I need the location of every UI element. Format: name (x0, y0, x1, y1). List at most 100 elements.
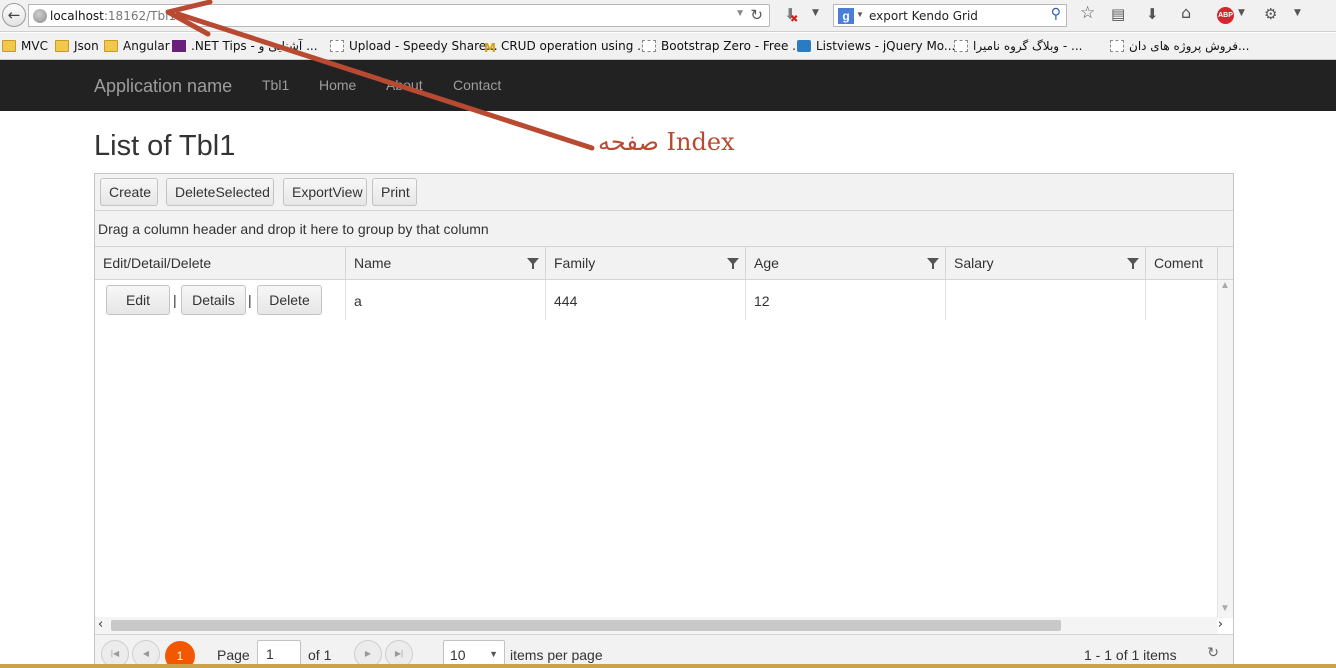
url-dropdown-icon[interactable]: ▼ (735, 8, 745, 19)
visual-studio-icon (172, 40, 186, 52)
taskbar-edge (0, 664, 1336, 668)
grid-toolbar: Create DeleteSelected ExportView Print (95, 174, 1233, 211)
google-icon[interactable]: g (838, 8, 854, 24)
coment-cell (1146, 280, 1217, 320)
group-hint: Drag a column header and drop it here to… (98, 221, 489, 237)
bookmarks-bar: MVC Json Angular .NET Tips - آشنایی و ..… (0, 33, 1336, 60)
age-cell: 12 (746, 280, 946, 320)
star-icon[interactable]: ☆ (1080, 3, 1095, 23)
vertical-scrollbar[interactable]: ▲ ▼ (1217, 280, 1233, 618)
engine-dropdown-icon[interactable]: ▼ (856, 10, 864, 19)
print-button[interactable]: Print (372, 178, 417, 206)
nav-link-home[interactable]: Home (319, 77, 356, 93)
column-label: Family (554, 255, 596, 271)
bookmark-upload[interactable]: Upload - Speedy Share... (330, 39, 498, 53)
bookmark-label: Listviews - jQuery Mo... (816, 39, 956, 53)
column-header-family[interactable]: Family (546, 247, 746, 279)
adblock-dropdown-icon[interactable]: ▼ (1238, 8, 1245, 18)
actions-cell: Edit | Details | Delete (95, 280, 346, 320)
nav-link-contact[interactable]: Contact (453, 77, 501, 93)
downloads-icon[interactable]: ⬇ (1146, 5, 1159, 23)
bookmark-project-sales[interactable]: فروش پروژه های دان... (1110, 39, 1249, 53)
cell-value: 12 (754, 293, 770, 309)
scroll-down-icon[interactable]: ▼ (1220, 603, 1230, 614)
page-icon (954, 40, 968, 52)
bookmark-json[interactable]: Json (55, 39, 99, 53)
bookmark-listviews[interactable]: Listviews - jQuery Mo... (797, 39, 955, 53)
globe-icon (33, 9, 47, 23)
bookmark-label: MVC (21, 39, 48, 53)
reading-list-icon[interactable]: ▤ (1111, 5, 1125, 23)
of-pages-label: of 1 (308, 647, 332, 663)
group-panel[interactable]: Drag a column header and drop it here to… (95, 211, 1233, 247)
bookmark-label: وبلاگ گروه نامیرا - ... (973, 39, 1083, 53)
bookmark-mvc[interactable]: MVC (2, 39, 48, 53)
back-arrow-icon[interactable]: ← (2, 3, 26, 27)
filter-icon[interactable] (927, 258, 939, 269)
grid-body: Edit | Details | Delete a 444 12 (95, 280, 1217, 618)
url-text[interactable]: localhost:18162/Tbl1 (50, 9, 176, 23)
mcdonalds-icon: M (484, 41, 496, 55)
extension-icon[interactable]: ⚙ (1264, 5, 1277, 23)
scroll-up-icon[interactable]: ▲ (1220, 280, 1230, 291)
folder-icon (2, 40, 16, 52)
horizontal-scrollbar[interactable]: ‹ › (95, 617, 1223, 634)
scroll-left-icon[interactable]: ‹ (98, 617, 103, 632)
menu-dropdown-icon[interactable]: ▼ (1294, 8, 1301, 18)
items-per-page-label: items per page (510, 647, 603, 663)
column-header-coment[interactable]: Coment (1146, 247, 1218, 279)
family-cell: 444 (546, 280, 746, 320)
bookmark-label: CRUD operation using ... (500, 39, 649, 53)
cell-value: 444 (554, 293, 578, 309)
page-icon (1110, 40, 1124, 52)
page-size-value: 10 (450, 647, 466, 663)
delete-selected-button[interactable]: DeleteSelected (166, 178, 274, 206)
delete-button[interactable]: Delete (257, 285, 322, 315)
separator: | (248, 292, 252, 308)
search-box[interactable]: g ▼ export Kendo Grid ⚲ (833, 4, 1067, 27)
grid-header: Edit/Detail/Delete Name Family Age Salar… (95, 247, 1233, 280)
column-header-salary[interactable]: Salary (946, 247, 1146, 279)
bookmark-net-tips[interactable]: .NET Tips - آشنایی و ... (172, 39, 318, 53)
column-label: Age (754, 255, 779, 271)
reload-icon[interactable]: ↻ (750, 6, 763, 24)
bookmark-namira-blog[interactable]: وبلاگ گروه نامیرا - ... (954, 39, 1083, 53)
page-icon (642, 40, 656, 52)
jquery-icon (797, 40, 811, 52)
nav-link-about[interactable]: About (386, 77, 423, 93)
grid-pager: |◀ ◀ 1 Page of 1 ▶ ▶| 10 ▼ items per pag… (95, 634, 1233, 667)
bookmark-label: فروش پروژه های دان... (1129, 39, 1250, 53)
export-view-button[interactable]: ExportView (283, 178, 367, 206)
column-header-age[interactable]: Age (746, 247, 946, 279)
page-label: Page (217, 647, 250, 663)
search-input[interactable]: export Kendo Grid (869, 9, 978, 23)
salary-cell (946, 280, 1146, 320)
column-header-actions[interactable]: Edit/Detail/Delete (95, 247, 346, 279)
address-bar[interactable]: localhost:18162/Tbl1 ▼ ↻ (28, 4, 770, 27)
details-button[interactable]: Details (181, 285, 246, 315)
refresh-icon[interactable]: ↻ (1207, 645, 1219, 661)
scrollbar-thumb[interactable] (111, 620, 1061, 631)
filter-icon[interactable] (1127, 258, 1139, 269)
bookmark-label: Json (74, 39, 99, 53)
create-button[interactable]: Create (100, 178, 158, 206)
scroll-right-icon[interactable]: › (1218, 617, 1223, 632)
chevron-down-icon[interactable]: ▼ (812, 8, 819, 18)
adblock-icon[interactable]: ABP (1217, 7, 1234, 24)
bookmark-angular[interactable]: Angular (104, 39, 170, 53)
column-label: Coment (1154, 255, 1204, 271)
nav-link-tbl1[interactable]: Tbl1 (262, 77, 289, 93)
bookmark-bootstrap-zero[interactable]: Bootstrap Zero - Free ... (642, 39, 804, 53)
bookmark-crud[interactable]: M CRUD operation using ... (484, 39, 649, 55)
brand-link[interactable]: Application name (94, 76, 232, 97)
edit-button[interactable]: Edit (106, 285, 170, 315)
column-header-name[interactable]: Name (346, 247, 546, 279)
search-icon[interactable]: ⚲ (1051, 6, 1061, 22)
bookmark-label: Angular (123, 39, 170, 53)
filter-icon[interactable] (727, 258, 739, 269)
home-icon[interactable]: ⌂ (1181, 3, 1191, 22)
separator: | (173, 292, 177, 308)
pager-summary: 1 - 1 of 1 items (1084, 647, 1177, 663)
filter-icon[interactable] (527, 258, 539, 269)
folder-icon (55, 40, 69, 52)
